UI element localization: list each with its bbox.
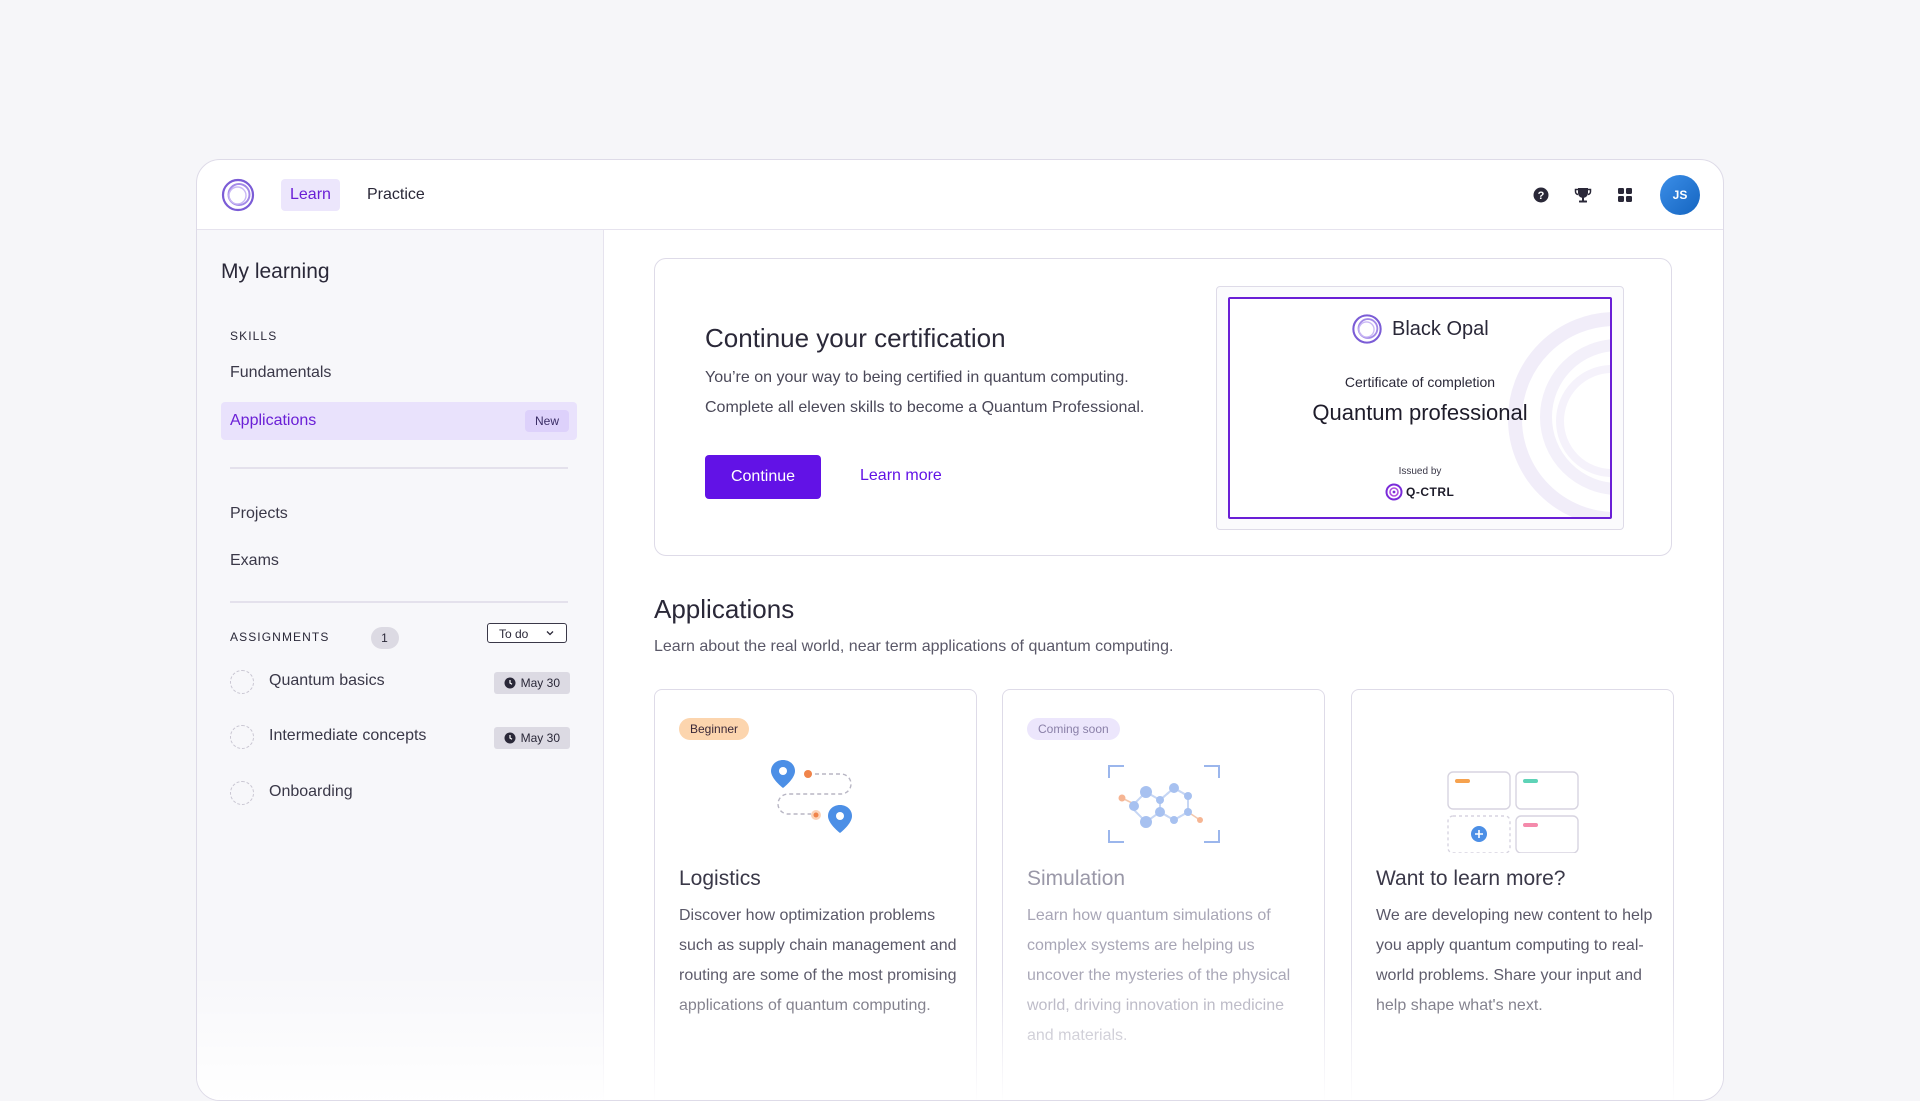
application-card-simulation[interactable]: Coming soon Simulation Learn how quantum… <box>1002 689 1325 1100</box>
sidebar-item-label: Exams <box>230 552 279 569</box>
application-card-learn-more[interactable]: Want to learn more? We are developing ne… <box>1351 689 1674 1100</box>
sidebar-item-label: Projects <box>230 505 288 522</box>
route-map-icon <box>770 760 852 833</box>
clock-icon <box>504 732 516 744</box>
application-name: Logistics <box>679 867 761 890</box>
status-circle-icon[interactable] <box>230 781 254 805</box>
new-badge: New <box>524 410 569 432</box>
top-nav: Learn Practice ? JS <box>197 160 1723 230</box>
assignment-label: Intermediate concepts <box>269 727 427 744</box>
assignments-filter-select[interactable]: To do <box>487 623 567 643</box>
filter-value: To do <box>499 627 529 641</box>
sidebar-item-label: Fundamentals <box>230 364 332 381</box>
certification-description: You’re on your way to being certified in… <box>705 363 1185 423</box>
application-description: Discover how optimization problems such … <box>679 907 957 1014</box>
due-date-label: May 30 <box>520 676 560 690</box>
certificate-name: Quantum professional <box>1312 400 1528 425</box>
learn-more-link[interactable]: Learn more <box>860 467 942 485</box>
clock-icon <box>504 677 516 689</box>
application-name: Want to learn more? <box>1376 867 1566 890</box>
sidebar: My learning SKILLS Fundamentals Applicat… <box>197 230 604 1100</box>
certification-card: Continue your certification You’re on yo… <box>654 258 1672 556</box>
assignments-heading-label: ASSIGNMENTS <box>230 630 330 644</box>
certificate-subtitle: Certificate of completion <box>1344 374 1496 390</box>
certificate-brand: Black Opal <box>1392 318 1489 340</box>
svg-text:?: ? <box>1538 190 1545 202</box>
sidebar-item-exams[interactable]: Exams <box>221 542 577 580</box>
simulation-illustration <box>1003 758 1324 853</box>
application-name: Simulation <box>1027 867 1126 890</box>
application-description: Learn how quantum simulations of complex… <box>1027 907 1291 1044</box>
trophy-icon[interactable] <box>1573 185 1593 205</box>
assignment-label: Quantum basics <box>269 672 385 689</box>
apps-grid-icon[interactable] <box>1615 185 1635 205</box>
certificate-issuer: Q-CTRL <box>1406 485 1455 499</box>
assignments-heading: ASSIGNMENTS 1 <box>230 627 399 649</box>
applications-title: Applications <box>654 594 795 624</box>
sidebar-item-label: Applications <box>230 412 317 429</box>
application-card-logistics[interactable]: Beginner Logistics Discover how optimiza… <box>654 689 977 1100</box>
status-circle-icon[interactable] <box>230 725 254 749</box>
beginner-tag: Beginner <box>679 718 750 740</box>
chevron-down-icon <box>546 631 554 636</box>
applications-description: Learn about the real world, near term ap… <box>654 638 1174 655</box>
sidebar-divider <box>230 467 568 469</box>
tab-practice[interactable]: Practice <box>358 179 434 211</box>
due-date-badge: May 30 <box>493 672 570 694</box>
assignment-item[interactable]: Onboarding <box>230 779 570 809</box>
user-avatar[interactable]: JS <box>1660 175 1700 215</box>
continue-button[interactable]: Continue <box>705 455 821 499</box>
suggest-content-illustration <box>1352 758 1673 853</box>
skills-heading: SKILLS <box>230 329 278 343</box>
sidebar-divider <box>230 601 568 603</box>
certificate-preview: Black Opal Certificate of completion Qua… <box>1216 286 1624 530</box>
certificate-frame: Black Opal Certificate of completion Qua… <box>1228 297 1612 519</box>
app-window: Learn Practice ? JS My learning SKILLS F… <box>196 159 1724 1101</box>
description-line: Complete all eleven skills to become a Q… <box>705 399 1145 416</box>
application-description: We are developing new content to help yo… <box>1376 907 1653 1014</box>
certificate-issued-by: Issued by <box>1398 466 1442 477</box>
content-tiles-icon <box>1446 771 1579 853</box>
tab-learn[interactable]: Learn <box>281 179 340 211</box>
due-date-label: May 30 <box>520 731 560 745</box>
sidebar-item-fundamentals[interactable]: Fundamentals <box>221 354 577 392</box>
sidebar-item-projects[interactable]: Projects <box>221 495 577 533</box>
q-ctrl-logo-icon <box>1385 483 1403 501</box>
black-opal-logo-icon <box>1352 314 1382 344</box>
assignment-item[interactable]: Intermediate concepts May 30 <box>230 723 570 753</box>
logistics-illustration <box>655 758 976 853</box>
sidebar-title: My learning <box>221 260 330 283</box>
assignment-item[interactable]: Quantum basics May 30 <box>230 668 570 698</box>
help-icon[interactable]: ? <box>1531 185 1551 205</box>
assignments-count-badge: 1 <box>371 627 399 649</box>
molecule-icon <box>1107 765 1220 843</box>
coming-soon-tag: Coming soon <box>1027 718 1120 740</box>
assignment-label: Onboarding <box>269 783 353 800</box>
sidebar-item-applications[interactable]: Applications New <box>221 402 577 440</box>
description-line: You’re on your way to being certified in… <box>705 369 1129 386</box>
due-date-badge: May 30 <box>493 727 570 749</box>
status-circle-icon[interactable] <box>230 670 254 694</box>
black-opal-logo-icon[interactable] <box>221 178 255 212</box>
certification-title: Continue your certification <box>705 323 1006 353</box>
